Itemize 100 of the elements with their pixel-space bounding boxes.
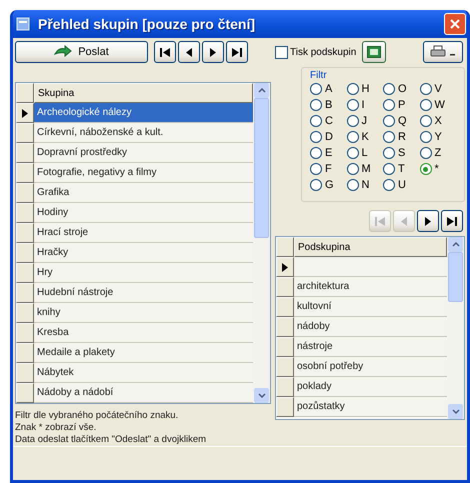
radio-label[interactable]: R xyxy=(398,131,406,143)
table-cell[interactable]: Nábytek xyxy=(34,363,253,383)
scroll-thumb[interactable] xyxy=(254,98,269,238)
spreadsheet-button[interactable] xyxy=(362,41,386,63)
radio-label[interactable]: P xyxy=(398,99,406,111)
radio-button[interactable] xyxy=(383,147,395,159)
radio-label[interactable]: O xyxy=(398,83,407,95)
table-cell[interactable]: nádoby xyxy=(294,317,447,337)
radio-button[interactable] xyxy=(346,83,358,95)
scroll-thumb[interactable] xyxy=(448,252,463,302)
table-cell[interactable] xyxy=(294,257,447,277)
table-cell[interactable]: Hračky xyxy=(34,243,253,263)
current-row-icon xyxy=(22,108,28,118)
close-button[interactable] xyxy=(444,13,466,35)
navigation-button[interactable] xyxy=(178,41,200,63)
radio-label[interactable]: E xyxy=(325,147,332,159)
table-cell[interactable]: Hudební nástroje xyxy=(34,283,253,303)
radio-button[interactable] xyxy=(346,115,358,127)
radio-label[interactable]: T xyxy=(398,163,405,175)
table-cell[interactable]: Hry xyxy=(34,263,253,283)
table-cell[interactable]: Medaile a plakety xyxy=(34,343,253,363)
radio-button[interactable] xyxy=(383,99,395,111)
radio-label[interactable]: * xyxy=(434,163,439,175)
radio-button[interactable] xyxy=(310,163,322,175)
radio-label[interactable]: J xyxy=(362,115,367,127)
checkbox[interactable] xyxy=(275,46,288,58)
radio-button[interactable] xyxy=(346,131,358,143)
radio-button[interactable] xyxy=(346,179,358,191)
radio-button[interactable] xyxy=(383,115,395,127)
navigation-button[interactable] xyxy=(154,41,176,63)
radio-button[interactable] xyxy=(310,115,322,127)
radio-button[interactable] xyxy=(383,131,395,143)
radio-label[interactable]: B xyxy=(325,99,332,111)
table-cell[interactable]: pozůstatky xyxy=(294,397,447,417)
row-selector[interactable] xyxy=(276,257,294,277)
radio-label[interactable]: F xyxy=(325,163,332,175)
scroll-up-icon xyxy=(258,88,266,93)
table-cell[interactable]: Archeologické nálezy xyxy=(34,103,253,123)
radio-button[interactable] xyxy=(310,131,322,143)
navigation-button[interactable] xyxy=(202,41,224,63)
radio-label[interactable]: L xyxy=(362,147,368,159)
radio-label[interactable]: Y xyxy=(434,131,442,143)
checkbox-label[interactable]: Tisk podskupin xyxy=(290,46,356,58)
radio-label[interactable]: M xyxy=(362,163,371,175)
radio-button[interactable] xyxy=(383,83,395,95)
radio-button[interactable] xyxy=(310,83,322,95)
radio-label[interactable]: I xyxy=(362,99,365,111)
radio-label[interactable]: K xyxy=(362,131,369,143)
radio-button[interactable] xyxy=(420,83,432,95)
radio-label[interactable]: G xyxy=(325,179,334,191)
table-cell[interactable]: kultovní xyxy=(294,297,447,317)
radio-label[interactable]: X xyxy=(434,115,442,127)
table-cell[interactable]: Církevní, náboženské a kult. xyxy=(34,123,253,143)
table-cell[interactable]: Grafika xyxy=(34,183,253,203)
table-cell[interactable]: Hodiny xyxy=(34,203,253,223)
radio-button[interactable] xyxy=(346,147,358,159)
radio-label[interactable]: S xyxy=(398,147,406,159)
table-cell[interactable]: Hrací stroje xyxy=(34,223,253,243)
column-header[interactable]: Skupina xyxy=(34,83,253,103)
radio-button[interactable] xyxy=(346,163,358,175)
radio-button[interactable] xyxy=(310,147,322,159)
row-selector[interactable] xyxy=(16,103,34,123)
table-cell[interactable]: osobní potřeby xyxy=(294,357,447,377)
column-header[interactable]: Podskupina xyxy=(294,237,447,257)
radio-button[interactable] xyxy=(310,99,322,111)
radio-label[interactable]: A xyxy=(325,83,332,95)
table-cell[interactable]: Fotografie, negativy a filmy xyxy=(34,163,253,183)
radio-button[interactable] xyxy=(420,147,432,159)
radio-label[interactable]: V xyxy=(434,83,442,95)
radio-button[interactable] xyxy=(420,99,432,111)
radio-button[interactable] xyxy=(420,131,432,143)
radio-button[interactable] xyxy=(383,179,395,191)
radio-label[interactable]: H xyxy=(362,83,370,95)
radio-label[interactable]: Q xyxy=(398,115,407,127)
radio-button[interactable] xyxy=(310,179,322,191)
table-cell[interactable]: nástroje xyxy=(294,337,447,357)
table-cell[interactable]: poklady xyxy=(294,377,447,397)
send-button[interactable]: Poslat xyxy=(15,41,148,63)
radio-label[interactable]: U xyxy=(398,179,406,191)
radio-button[interactable] xyxy=(346,99,358,111)
radio-label[interactable]: Z xyxy=(434,147,442,159)
table-cell[interactable]: architektura xyxy=(294,277,447,297)
table-cell[interactable]: Nádoby a nádobí xyxy=(34,383,253,403)
radio-label[interactable]: W xyxy=(434,99,445,111)
table-cell[interactable]: Dopravní prostředky xyxy=(34,143,253,163)
table-cell[interactable]: Kresba xyxy=(34,323,253,343)
radio-label[interactable]: N xyxy=(362,179,370,191)
scrollbar[interactable] xyxy=(253,83,270,403)
scrollbar[interactable] xyxy=(447,237,464,419)
navigation-button[interactable] xyxy=(441,210,463,232)
radio-label[interactable]: D xyxy=(325,131,333,143)
radio-button[interactable] xyxy=(383,163,395,175)
radio-label[interactable]: C xyxy=(325,115,333,127)
print-button[interactable] xyxy=(423,41,463,63)
table-cell[interactable]: knihy xyxy=(34,303,253,323)
radio-button[interactable] xyxy=(420,163,432,175)
navigation-button[interactable] xyxy=(417,210,439,232)
scroll-up-icon xyxy=(452,242,460,247)
radio-button[interactable] xyxy=(420,115,432,127)
navigation-button[interactable] xyxy=(226,41,248,63)
